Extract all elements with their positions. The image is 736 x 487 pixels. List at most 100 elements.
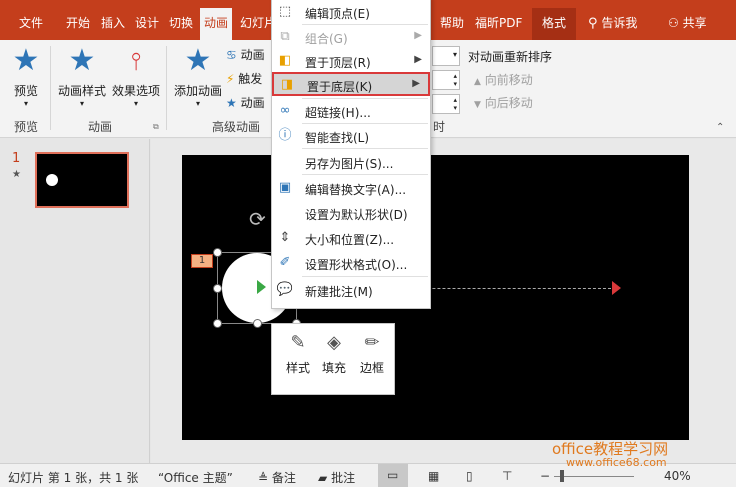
tab-insert[interactable]: 插入 [101, 14, 125, 31]
spin-arrows-icon: ▴ ▾ [453, 72, 457, 88]
send-back-icon: ◨ [280, 77, 294, 92]
add-animation-button[interactable]: ★ 添加动画 ▾ [172, 43, 224, 109]
slideshow-icon[interactable]: ⊤ [502, 469, 512, 483]
reorder-title: 对动画重新排序 [468, 50, 553, 64]
menu-separator [302, 148, 428, 149]
slide-count-status: 幻灯片 第 1 张，共 1 张 [8, 471, 139, 485]
notes-button[interactable]: ≜ 备注 [258, 469, 296, 486]
zoom-level[interactable]: 40% [664, 469, 691, 483]
animation-painter-icon: ★ [226, 96, 237, 110]
tell-me-box[interactable]: ⚲ 告诉我 [588, 14, 637, 31]
reading-view-icon[interactable]: ▯ [466, 469, 473, 483]
new-comment-icon: 💬 [276, 282, 294, 297]
group-icon: ⧉ [280, 29, 290, 44]
start-dropdown[interactable]: ▾ [432, 46, 460, 66]
hyperlink-icon: ∞ [279, 103, 291, 118]
edit-points-icon: ⬚ [278, 4, 292, 19]
motion-path-end-icon[interactable] [612, 281, 621, 295]
animation-order-badge[interactable]: 1 [191, 254, 213, 268]
spin-arrows-icon: ▴ ▾ [453, 96, 457, 112]
submenu-arrow-icon: ▶ [412, 78, 420, 89]
tab-design[interactable]: 设计 [135, 14, 159, 31]
fill-button[interactable]: ◈ 填充 [318, 332, 350, 376]
menu-separator [302, 174, 428, 175]
effect-options-button[interactable]: ⫯ 效果选项 ▾ [110, 46, 162, 108]
rotate-handle-icon[interactable]: ⟳ [249, 207, 266, 231]
chevron-down-icon: ▾ [79, 99, 84, 108]
menu-item-bring-to-front[interactable]: ◧ 置于顶层(R) ▶ [272, 50, 430, 72]
menu-item-smart-lookup[interactable]: ⓘ 智能查找(L) [272, 125, 430, 147]
zoom-slider[interactable] [554, 476, 634, 477]
slide-canvas: ⟳ 1 [182, 155, 689, 440]
resize-handle[interactable] [213, 284, 222, 293]
add-animation-icon: ★ [184, 43, 212, 78]
animation-styles-button[interactable]: ★ 动画样式 ▾ [56, 43, 108, 109]
triangle-up-icon: ▲ [474, 77, 481, 87]
group-divider [50, 46, 51, 130]
animation-painter-button[interactable]: ★ 动画 [226, 94, 265, 111]
menu-separator [302, 123, 428, 124]
search-icon: ⚲ [588, 16, 598, 31]
delay-spinner[interactable]: ▴ ▾ [432, 94, 460, 114]
resize-handle[interactable] [213, 248, 222, 257]
duration-spinner[interactable]: ▴ ▾ [432, 70, 460, 90]
format-shape-icon: ✐ [279, 255, 291, 270]
outline-button[interactable]: ✏ 边框 [356, 332, 388, 376]
watermark-url: www.office68.com [566, 456, 667, 469]
dialog-launcher-icon[interactable]: ⧉ [153, 122, 159, 132]
menu-item-hyperlink[interactable]: ∞ 超链接(H)... [272, 100, 430, 122]
slide-sorter-icon[interactable]: ▦ [428, 469, 439, 483]
chevron-down-icon: ▾ [133, 99, 138, 108]
context-menu: ⬚ 编辑顶点(E) ⧉ 组合(G) ▶ ◧ 置于顶层(R) ▶ ◨ 置于底层(K… [271, 0, 431, 309]
menu-item-send-to-back[interactable]: ◨ 置于底层(K) ▶ [272, 72, 430, 96]
menu-item-new-comment[interactable]: 💬 新建批注(M) [272, 279, 430, 301]
menu-item-group[interactable]: ⧉ 组合(G) ▶ [272, 26, 430, 48]
chevron-down-icon: ▾ [23, 99, 28, 108]
preview-star-icon: ★ [12, 43, 40, 78]
animation-star-icon: ★ [12, 169, 21, 180]
notes-icon: ≜ [258, 471, 269, 485]
lightning-icon: ⚡ [226, 72, 235, 86]
group-label-preview: 预览 [14, 120, 39, 134]
tab-home[interactable]: 开始 [66, 14, 90, 31]
zoom-slider-thumb[interactable] [560, 470, 564, 482]
tab-file[interactable]: 文件 [19, 14, 43, 31]
tab-animations[interactable]: 动画 [200, 8, 233, 40]
resize-handle[interactable] [253, 319, 262, 328]
zoom-out-icon[interactable]: − [540, 469, 550, 483]
tab-transitions[interactable]: 切换 [169, 14, 193, 31]
effect-options-icon: ⫯ [130, 47, 142, 75]
collapse-ribbon-icon[interactable]: ⌃ [716, 122, 724, 133]
alt-text-icon: ▣ [278, 180, 292, 195]
slide-number: 1 [12, 151, 21, 166]
share-button[interactable]: ⚇ 共享 [668, 14, 707, 31]
tab-foxit-pdf[interactable]: 福昕PDF [475, 14, 522, 31]
slide-thumbnail-pane: 1 ★ [0, 139, 150, 463]
animation-star-icon: ★ [68, 43, 96, 78]
thumbnail-circle-shape [46, 174, 58, 186]
trigger-button[interactable]: ⚡ 触发 [226, 70, 262, 87]
group-label-animation: 动画 [88, 120, 113, 134]
resize-handle[interactable] [213, 319, 222, 328]
move-earlier-button[interactable]: ▲ 向前移动 [474, 71, 533, 88]
menu-item-edit-points[interactable]: ⬚ 编辑顶点(E) [272, 1, 430, 23]
preview-button[interactable]: ★ 预览 ▾ [8, 43, 44, 109]
comments-button[interactable]: ▰ 批注 [318, 469, 355, 486]
tab-help[interactable]: 帮助 [440, 14, 464, 31]
menu-item-format-shape[interactable]: ✐ 设置形状格式(O)... [272, 252, 430, 274]
style-button[interactable]: ✎ 样式 [282, 332, 314, 376]
menu-item-set-default-shape[interactable]: 设置为默认形状(D) [272, 202, 430, 224]
tab-format[interactable]: 格式 [532, 8, 577, 40]
move-later-button[interactable]: ▼ 向后移动 [474, 94, 533, 111]
normal-view-icon: ▭ [387, 468, 399, 482]
submenu-arrow-icon: ▶ [414, 54, 422, 65]
animation-pane-button[interactable]: ♋ 动画 [226, 46, 265, 63]
slide-thumbnail[interactable] [35, 152, 129, 208]
group-label-advanced-animation: 高级动画 [212, 120, 261, 134]
menu-item-size-position[interactable]: ⇕ 大小和位置(Z)... [272, 227, 430, 249]
normal-view-button[interactable]: ▭ [378, 464, 408, 487]
theme-name: “Office 主题” [158, 471, 233, 485]
menu-item-edit-alt-text[interactable]: ▣ 编辑替换文字(A)... [272, 177, 430, 199]
menu-item-save-as-picture[interactable]: 另存为图片(S)... [272, 151, 430, 173]
submenu-arrow-icon: ▶ [414, 30, 422, 41]
